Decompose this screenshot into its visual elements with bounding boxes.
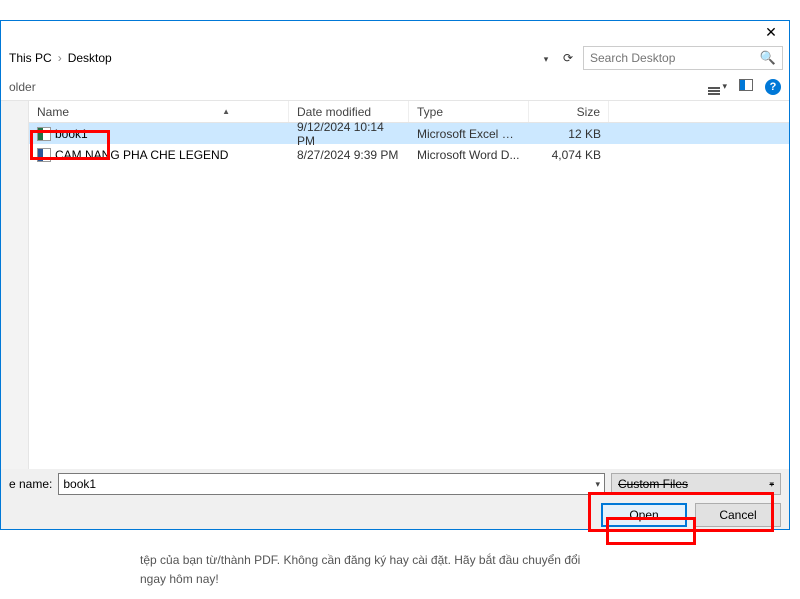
preview-pane-icon bbox=[739, 79, 753, 91]
address-history-dropdown[interactable]: ▾ bbox=[539, 51, 553, 65]
file-date: 8/27/2024 9:39 PM bbox=[289, 148, 409, 162]
background-page-text: tệp của bạn từ/thành PDF. Không cần đăng… bbox=[140, 551, 790, 589]
word-file-icon bbox=[37, 148, 51, 162]
header-type[interactable]: Type bbox=[409, 101, 529, 122]
content-area: Name ▲ Date modified Type Size book1 9/1… bbox=[1, 101, 789, 476]
filetype-label: Custom Files bbox=[618, 477, 688, 491]
file-open-dialog: ✕ This PC › Desktop ▾ ⟳ 🔍 older ▾ bbox=[0, 20, 790, 530]
file-name: book1 bbox=[55, 127, 88, 141]
search-icon[interactable]: 🔍 bbox=[760, 50, 776, 66]
refresh-button[interactable]: ⟳ bbox=[559, 51, 577, 65]
breadcrumb-this-pc[interactable]: This PC bbox=[9, 51, 52, 65]
bg-line1: tệp của bạn từ/thành PDF. Không cần đăng… bbox=[140, 551, 790, 570]
breadcrumb-separator: › bbox=[58, 51, 62, 65]
view-mode-button[interactable]: ▾ bbox=[708, 78, 727, 95]
breadcrumb-desktop[interactable]: Desktop bbox=[68, 51, 112, 65]
bottom-panel: e name: ▾ Custom Files ▾ Open Cancel bbox=[1, 469, 789, 529]
table-row[interactable]: book1 9/12/2024 10:14 PM Microsoft Excel… bbox=[29, 123, 789, 144]
view-list-icon bbox=[708, 78, 720, 95]
column-headers: Name ▲ Date modified Type Size bbox=[29, 101, 789, 123]
table-row[interactable]: CAM NANG PHA CHE LEGEND 8/27/2024 9:39 P… bbox=[29, 144, 789, 165]
chevron-down-icon[interactable]: ▾ bbox=[595, 479, 600, 490]
filename-input[interactable] bbox=[63, 477, 595, 491]
file-type: Microsoft Excel W... bbox=[409, 127, 529, 141]
filename-combobox[interactable]: ▾ bbox=[58, 473, 605, 495]
file-size: 12 KB bbox=[529, 127, 609, 141]
excel-file-icon bbox=[37, 127, 51, 141]
help-icon[interactable]: ? bbox=[765, 79, 781, 95]
file-size: 4,074 KB bbox=[529, 148, 609, 162]
file-name: CAM NANG PHA CHE LEGEND bbox=[55, 148, 228, 162]
sort-indicator-icon: ▲ bbox=[222, 107, 230, 116]
search-input[interactable] bbox=[590, 51, 760, 65]
open-button[interactable]: Open bbox=[601, 503, 687, 527]
preview-pane-button[interactable] bbox=[739, 79, 753, 94]
header-name-label: Name bbox=[37, 105, 69, 119]
address-bar: This PC › Desktop ▾ ⟳ 🔍 bbox=[1, 43, 789, 73]
file-date: 9/12/2024 10:14 PM bbox=[289, 120, 409, 148]
header-size[interactable]: Size bbox=[529, 101, 609, 122]
filename-label: e name: bbox=[9, 477, 52, 491]
breadcrumb[interactable]: This PC › Desktop bbox=[7, 51, 112, 65]
titlebar: ✕ bbox=[1, 21, 789, 43]
chevron-down-icon[interactable]: ▾ bbox=[769, 479, 774, 490]
file-list[interactable]: Name ▲ Date modified Type Size book1 9/1… bbox=[29, 101, 789, 476]
bg-line2: ngay hôm nay! bbox=[140, 570, 790, 589]
new-folder-label[interactable]: older bbox=[9, 80, 36, 94]
header-name[interactable]: Name ▲ bbox=[29, 101, 289, 122]
cancel-button[interactable]: Cancel bbox=[695, 503, 781, 527]
search-box[interactable]: 🔍 bbox=[583, 46, 783, 70]
navigation-sidebar[interactable] bbox=[1, 101, 29, 476]
filetype-dropdown[interactable]: Custom Files ▾ bbox=[611, 473, 781, 495]
toolbar: older ▾ ? bbox=[1, 73, 789, 101]
file-type: Microsoft Word D... bbox=[409, 148, 529, 162]
close-button[interactable]: ✕ bbox=[753, 21, 789, 43]
